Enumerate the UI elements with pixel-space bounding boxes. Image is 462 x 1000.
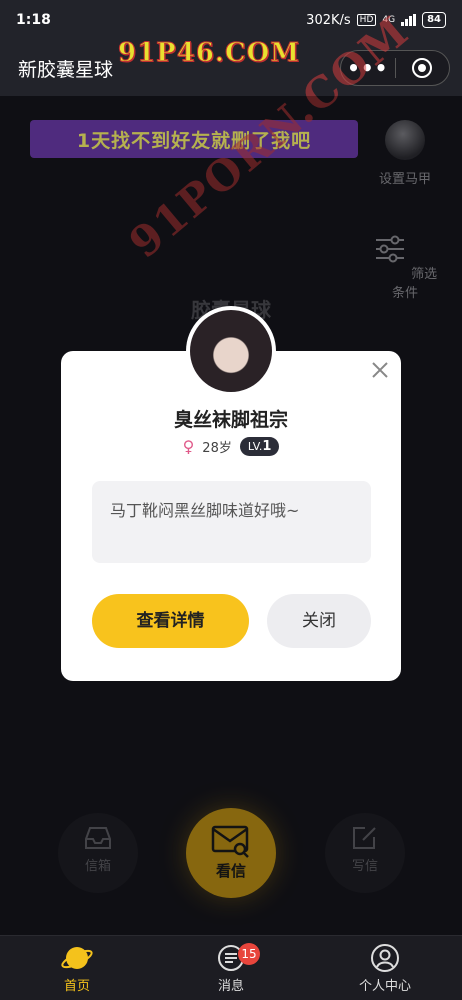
user-age: 28岁 — [202, 441, 232, 456]
view-details-button[interactable]: 查看详情 — [92, 594, 249, 648]
messages-badge: 15 — [238, 943, 260, 965]
battery-icon: 84 — [422, 12, 446, 28]
signal-icon — [401, 14, 417, 26]
user-avatar — [186, 306, 276, 396]
close-miniprogram-button[interactable] — [395, 58, 449, 78]
message-text: 马丁靴闷黑丝脚味道好哦~ — [92, 481, 371, 563]
female-icon: ♀ — [182, 437, 195, 456]
planet-icon — [61, 947, 93, 969]
tab-home[interactable]: 首页 — [0, 936, 154, 1000]
tab-messages[interactable]: 消息 — [154, 936, 308, 1000]
level-badge: LV.1 — [239, 437, 280, 456]
user-meta: ♀ 28岁 LV.1 — [61, 437, 401, 456]
tab-messages-label: 消息 — [217, 979, 244, 994]
watermark-top: 91P46.COM — [117, 38, 301, 69]
close-button[interactable]: 关闭 — [267, 594, 371, 648]
network-speed: 302K/s — [306, 12, 351, 28]
tab-profile[interactable]: 个人中心 — [308, 936, 462, 1000]
tab-home-label: 首页 — [63, 979, 90, 994]
page-title: 新胶囊星球 — [18, 58, 114, 81]
bottom-tab-bar: 首页 消息 个人中心 — [0, 935, 462, 1000]
target-icon — [412, 58, 433, 78]
close-icon[interactable] — [369, 359, 391, 381]
user-icon — [371, 944, 399, 972]
profile-modal: 臭丝袜脚祖宗 ♀ 28岁 LV.1 马丁靴闷黑丝脚味道好哦~ 查看详情 关闭 — [61, 306, 401, 681]
status-time: 1:18 — [16, 12, 51, 28]
user-name: 臭丝袜脚祖宗 — [173, 409, 288, 431]
tab-profile-label: 个人中心 — [358, 979, 411, 994]
